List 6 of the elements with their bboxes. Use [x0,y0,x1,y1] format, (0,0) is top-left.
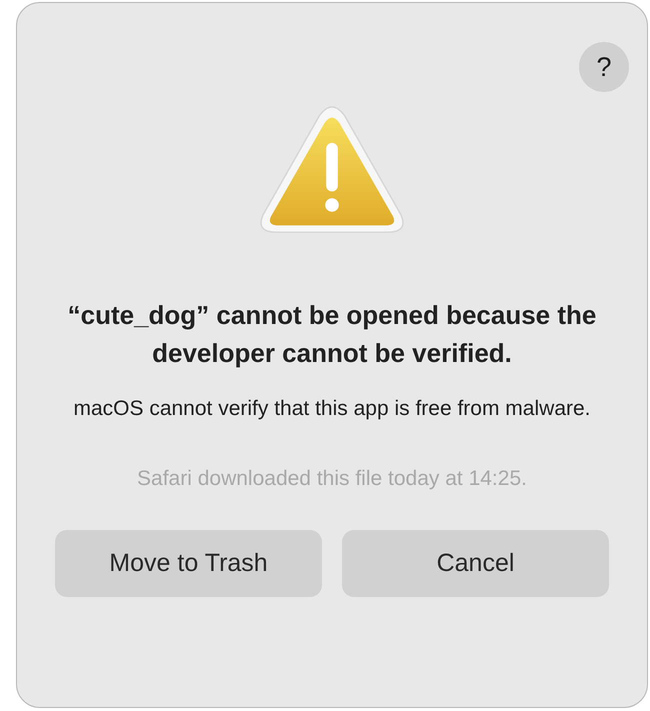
alert-title: “cute_dog” cannot be opened because the developer cannot be verified. [66,299,598,370]
alert-message: macOS cannot verify that this app is free from malware. [72,396,592,422]
cancel-button[interactable]: Cancel [342,530,609,597]
download-info: Safari downloaded this file today at 14:25. [136,466,528,492]
move-to-trash-button[interactable]: Move to Trash [55,530,322,597]
help-button[interactable]: ? [579,42,629,92]
